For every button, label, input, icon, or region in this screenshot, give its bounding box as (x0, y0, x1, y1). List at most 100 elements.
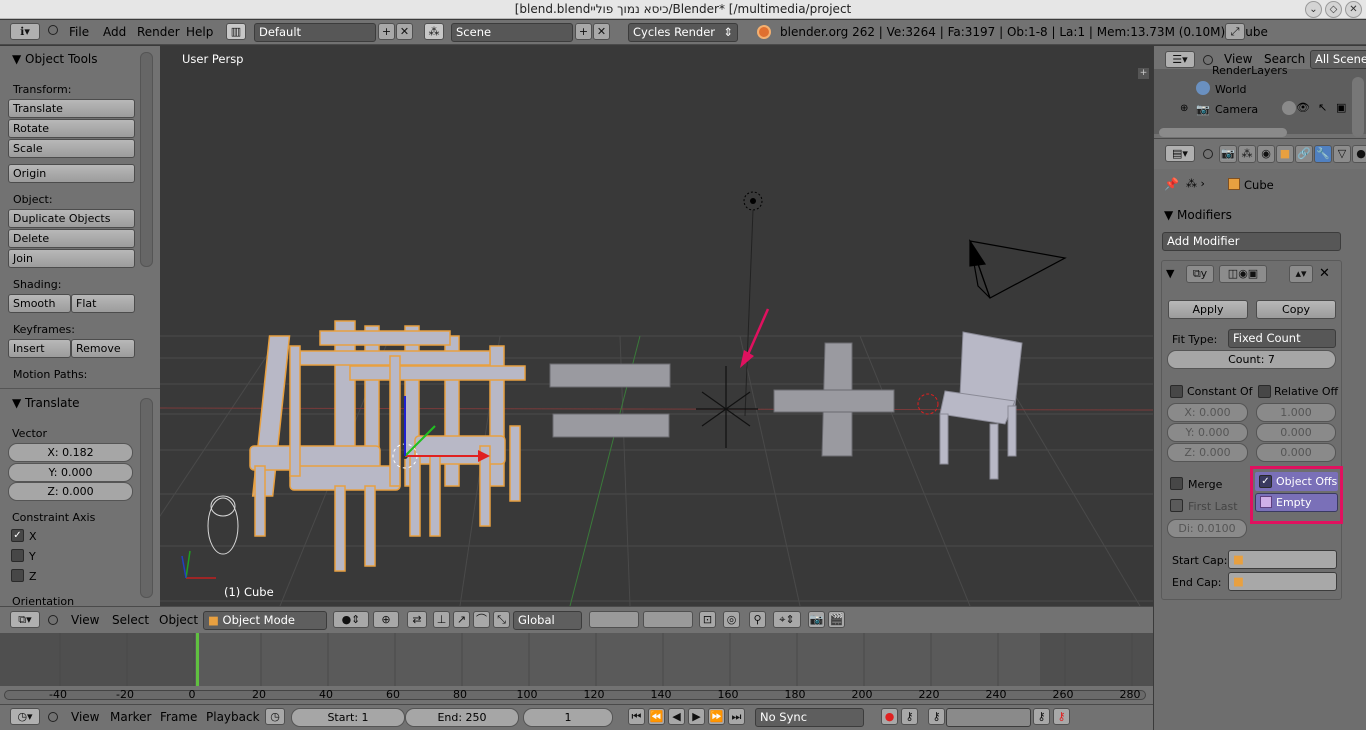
empty-object[interactable] (696, 366, 758, 448)
selected-chairs-array[interactable] (249, 320, 526, 572)
start-cap-field[interactable]: ■ (1228, 550, 1337, 569)
render-animation-icon[interactable]: 🎬 (828, 611, 845, 628)
visibility-eye-icon[interactable]: 👁 (1296, 101, 1310, 114)
editor-type-timeline-icon[interactable]: ◷▾ (10, 708, 40, 725)
screen-layout-field[interactable]: Default (254, 23, 376, 42)
object-offset-row[interactable]: ✓ Object Offs (1255, 472, 1338, 491)
constraint-x-checkbox[interactable]: ✓ (11, 529, 24, 542)
world-tab-icon[interactable]: ◉ (1257, 145, 1275, 163)
snap-toggle-icon[interactable]: ⚲ (749, 611, 766, 628)
add-layout-icon[interactable]: + (378, 23, 395, 40)
modifiers-panel-header[interactable]: ▼ Modifiers (1164, 206, 1232, 224)
jump-start-icon[interactable]: ⏮ (628, 708, 645, 725)
object-tab-icon[interactable]: ■ (1276, 145, 1294, 163)
snap-element-icon[interactable]: ⌖⇕ (773, 611, 801, 628)
scale-button[interactable]: Scale (8, 139, 135, 158)
start-frame-field[interactable]: Start: 1 (291, 708, 405, 727)
editor-type-outliner-icon[interactable]: ☰▾ (1165, 51, 1195, 68)
vector-x-field[interactable]: X: 0.182 (8, 443, 133, 462)
constraint-z-checkbox[interactable] (11, 569, 24, 582)
properties-toggle-icon[interactable]: + (1138, 68, 1149, 79)
timeline-menu-marker[interactable]: Marker (110, 705, 151, 730)
menu-help[interactable]: Help (186, 20, 213, 45)
timeline-area[interactable]: -40 -20 0 20 40 60 80 100 120 140 160 180 200 220 240 2… (0, 633, 1153, 704)
pin-icon[interactable]: 📌 (1164, 177, 1179, 191)
add-modifier-select[interactable]: Add Modifier (1162, 232, 1341, 251)
first-last-checkbox[interactable] (1170, 499, 1183, 512)
constraints-tab-icon[interactable]: 🔗 (1295, 145, 1313, 163)
constraint-y-checkbox[interactable] (11, 549, 24, 562)
vector-y-field[interactable]: Y: 0.000 (8, 463, 133, 482)
relative-y-field[interactable]: 0.000 (1256, 423, 1336, 442)
menu-file[interactable]: File (69, 20, 89, 45)
menu-render[interactable]: Render (137, 20, 180, 45)
constant-z-field[interactable]: Z: 0.000 (1167, 443, 1248, 462)
collapse-menu-icon[interactable] (48, 25, 58, 35)
delete-keyframe-icon[interactable]: ⚷ (1053, 708, 1070, 725)
insert-keyframe-button[interactable]: Insert (8, 339, 71, 358)
collapse-timeline-icon[interactable] (48, 712, 58, 722)
material-tab-icon[interactable]: ● (1352, 145, 1366, 163)
outliner-hscrollbar[interactable] (1159, 128, 1287, 137)
modifier-visibility-icons[interactable]: ◫◉▣ (1219, 265, 1267, 283)
object-tools-header[interactable]: ▼ Object Tools (12, 50, 98, 68)
camera-object[interactable] (969, 238, 1067, 299)
3d-viewport[interactable]: User Persp (1) Cube + (160, 46, 1153, 606)
relative-z-field[interactable]: 0.000 (1256, 443, 1336, 462)
constant-offset-checkbox[interactable] (1170, 385, 1183, 398)
render-engine-select[interactable]: Cycles Render ⇕ (628, 23, 738, 42)
outliner-tree[interactable]: RenderLayers World ⊕ 📷 Camera 👁 ↖ ▣ (1154, 64, 1366, 137)
remove-keyframe-button[interactable]: Remove (71, 339, 135, 358)
render-still-icon[interactable]: 📷 (808, 611, 825, 628)
play-icon[interactable]: ▶ (688, 708, 705, 725)
add-scene-icon[interactable]: + (575, 23, 592, 40)
menu-view[interactable]: View (71, 608, 99, 633)
operator-scrollbar[interactable] (140, 398, 153, 598)
layer-buttons-group-1[interactable] (589, 611, 639, 628)
translate-operator-header[interactable]: ▼ Translate (12, 394, 80, 412)
render-tab-icon[interactable]: 📷 (1219, 145, 1237, 163)
editor-type-3d-icon[interactable]: ⧉▾ (10, 611, 40, 628)
jump-end-icon[interactable]: ⏭ (728, 708, 745, 725)
scene-field[interactable]: Scene (451, 23, 573, 42)
merge-checkbox[interactable] (1170, 477, 1183, 490)
menu-select[interactable]: Select (112, 608, 149, 633)
relative-x-field[interactable]: 1.000 (1256, 403, 1336, 422)
renderable-camera-icon[interactable]: ▣ (1336, 101, 1346, 114)
constant-x-field[interactable]: X: 0.000 (1167, 403, 1248, 422)
relative-offset-checkbox[interactable] (1258, 385, 1271, 398)
selectable-cursor-icon[interactable]: ↖ (1318, 101, 1327, 114)
rotate-manipulator-icon[interactable]: ↗ (453, 611, 470, 628)
merge-distance-field[interactable]: Di: 0.0100 (1167, 519, 1247, 538)
manipulator-toggle-icon[interactable]: ⇄ (407, 611, 427, 628)
collapse-header-icon[interactable] (48, 615, 58, 625)
pivot-point-icon[interactable]: ⊕ (373, 611, 399, 628)
timeline-scrollbar[interactable] (4, 690, 1146, 700)
remove-scene-icon[interactable]: ✕ (593, 23, 610, 40)
constant-y-field[interactable]: Y: 0.000 (1167, 423, 1248, 442)
sync-mode-select[interactable]: No Sync (755, 708, 864, 727)
duplicate-objects-button[interactable]: Duplicate Objects (8, 209, 135, 228)
lamp-object[interactable] (743, 191, 763, 417)
chair-object[interactable] (939, 331, 1023, 480)
plus-sign-object[interactable] (773, 342, 895, 457)
rotate-button[interactable]: Rotate (8, 119, 135, 138)
shading-mode-icon[interactable]: ●⇕ (333, 611, 369, 628)
modifier-move-icon[interactable]: ▴▾ (1289, 265, 1313, 283)
proportional-edit-icon[interactable]: ◎ (723, 611, 740, 628)
end-frame-field[interactable]: End: 250 (405, 708, 519, 727)
orientation-select[interactable]: Global (513, 611, 582, 630)
modifiers-tab-icon[interactable]: 🔧 (1314, 145, 1332, 163)
apply-button[interactable]: Apply (1168, 300, 1248, 319)
count-field[interactable]: Count: 7 (1167, 350, 1336, 369)
scale-manipulator-icon[interactable]: ⌒ (473, 611, 490, 628)
mode-select[interactable]: ■ Object Mode (203, 611, 327, 630)
outliner-item-camera[interactable]: Camera (1215, 103, 1258, 116)
collapse-properties-icon[interactable] (1203, 149, 1213, 159)
preview-range-icon[interactable]: ◷ (265, 708, 285, 725)
layer-buttons-group-2[interactable] (643, 611, 693, 628)
play-reverse-icon[interactable]: ◀ (668, 708, 685, 725)
minimize-button[interactable]: ⌄ (1305, 1, 1322, 18)
editor-type-info-icon[interactable]: ℹ▾ (10, 23, 40, 40)
editor-type-properties-icon[interactable]: ▤▾ (1165, 145, 1195, 162)
